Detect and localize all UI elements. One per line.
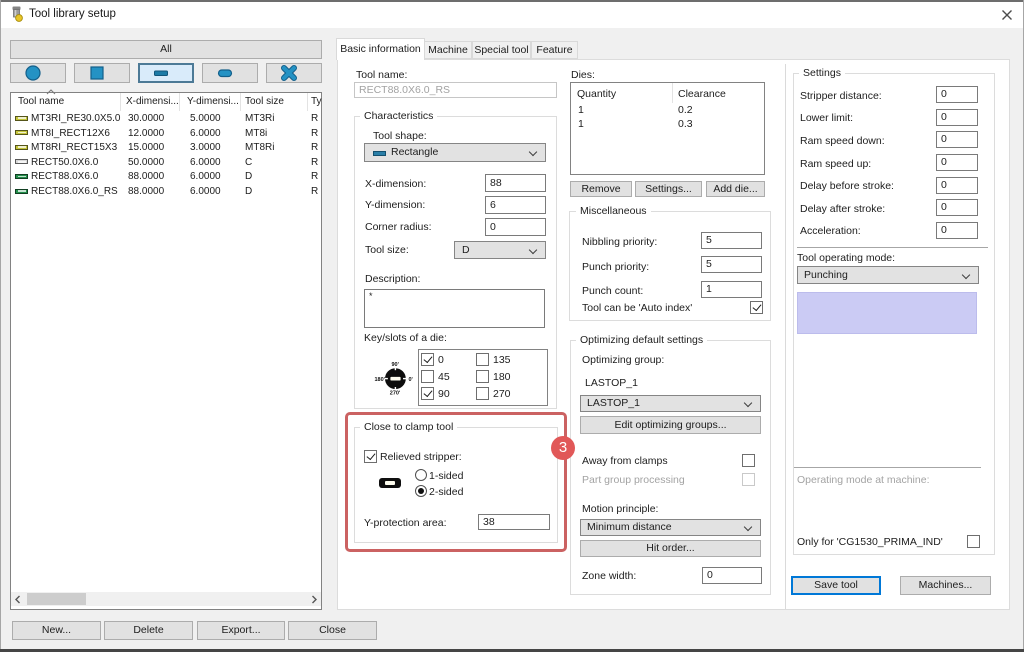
svg-text:90ʹ: 90ʹ <box>392 361 400 368</box>
svg-text:270ʹ: 270ʹ <box>390 389 401 396</box>
svg-text:180ʹ: 180ʹ <box>375 376 386 383</box>
svg-text:0ʹ: 0ʹ <box>409 376 414 383</box>
